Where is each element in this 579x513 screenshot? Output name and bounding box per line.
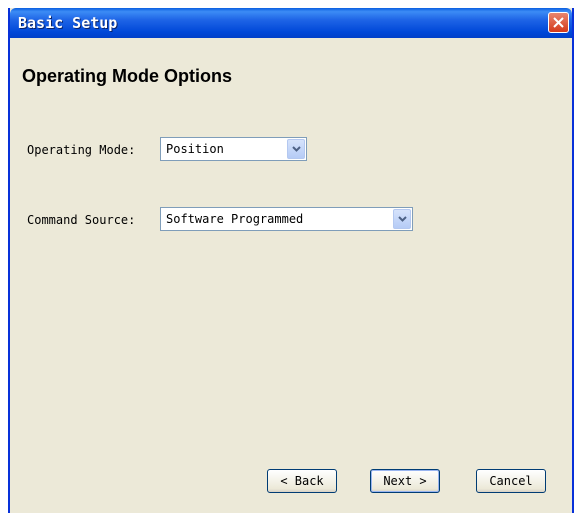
operating-mode-value: Position	[166, 142, 224, 156]
close-button[interactable]	[548, 12, 569, 33]
cancel-button[interactable]: Cancel	[476, 469, 546, 493]
back-button[interactable]: < Back	[267, 469, 337, 493]
cancel-button-label: Cancel	[489, 474, 533, 488]
title-bar[interactable]: Basic Setup	[10, 8, 572, 38]
window-title: Basic Setup	[18, 14, 118, 32]
operating-mode-label: Operating Mode:	[27, 143, 136, 157]
page-title: Operating Mode Options	[22, 66, 232, 86]
next-button[interactable]: Next >	[370, 469, 440, 493]
dialog-window: Basic Setup Operating Mode Options Opera…	[8, 8, 574, 513]
command-source-dropdown-button[interactable]	[393, 209, 411, 229]
close-icon	[553, 17, 564, 28]
back-button-label: < Back	[280, 474, 324, 488]
chevron-down-icon	[397, 216, 407, 222]
operating-mode-dropdown-button[interactable]	[287, 139, 305, 159]
command-source-select[interactable]: Software Programmed	[160, 207, 413, 231]
chevron-down-icon	[291, 146, 301, 152]
operating-mode-select[interactable]: Position	[160, 137, 307, 161]
command-source-label: Command Source:	[27, 213, 136, 227]
next-button-label: Next >	[383, 474, 427, 488]
command-source-value: Software Programmed	[166, 212, 304, 226]
